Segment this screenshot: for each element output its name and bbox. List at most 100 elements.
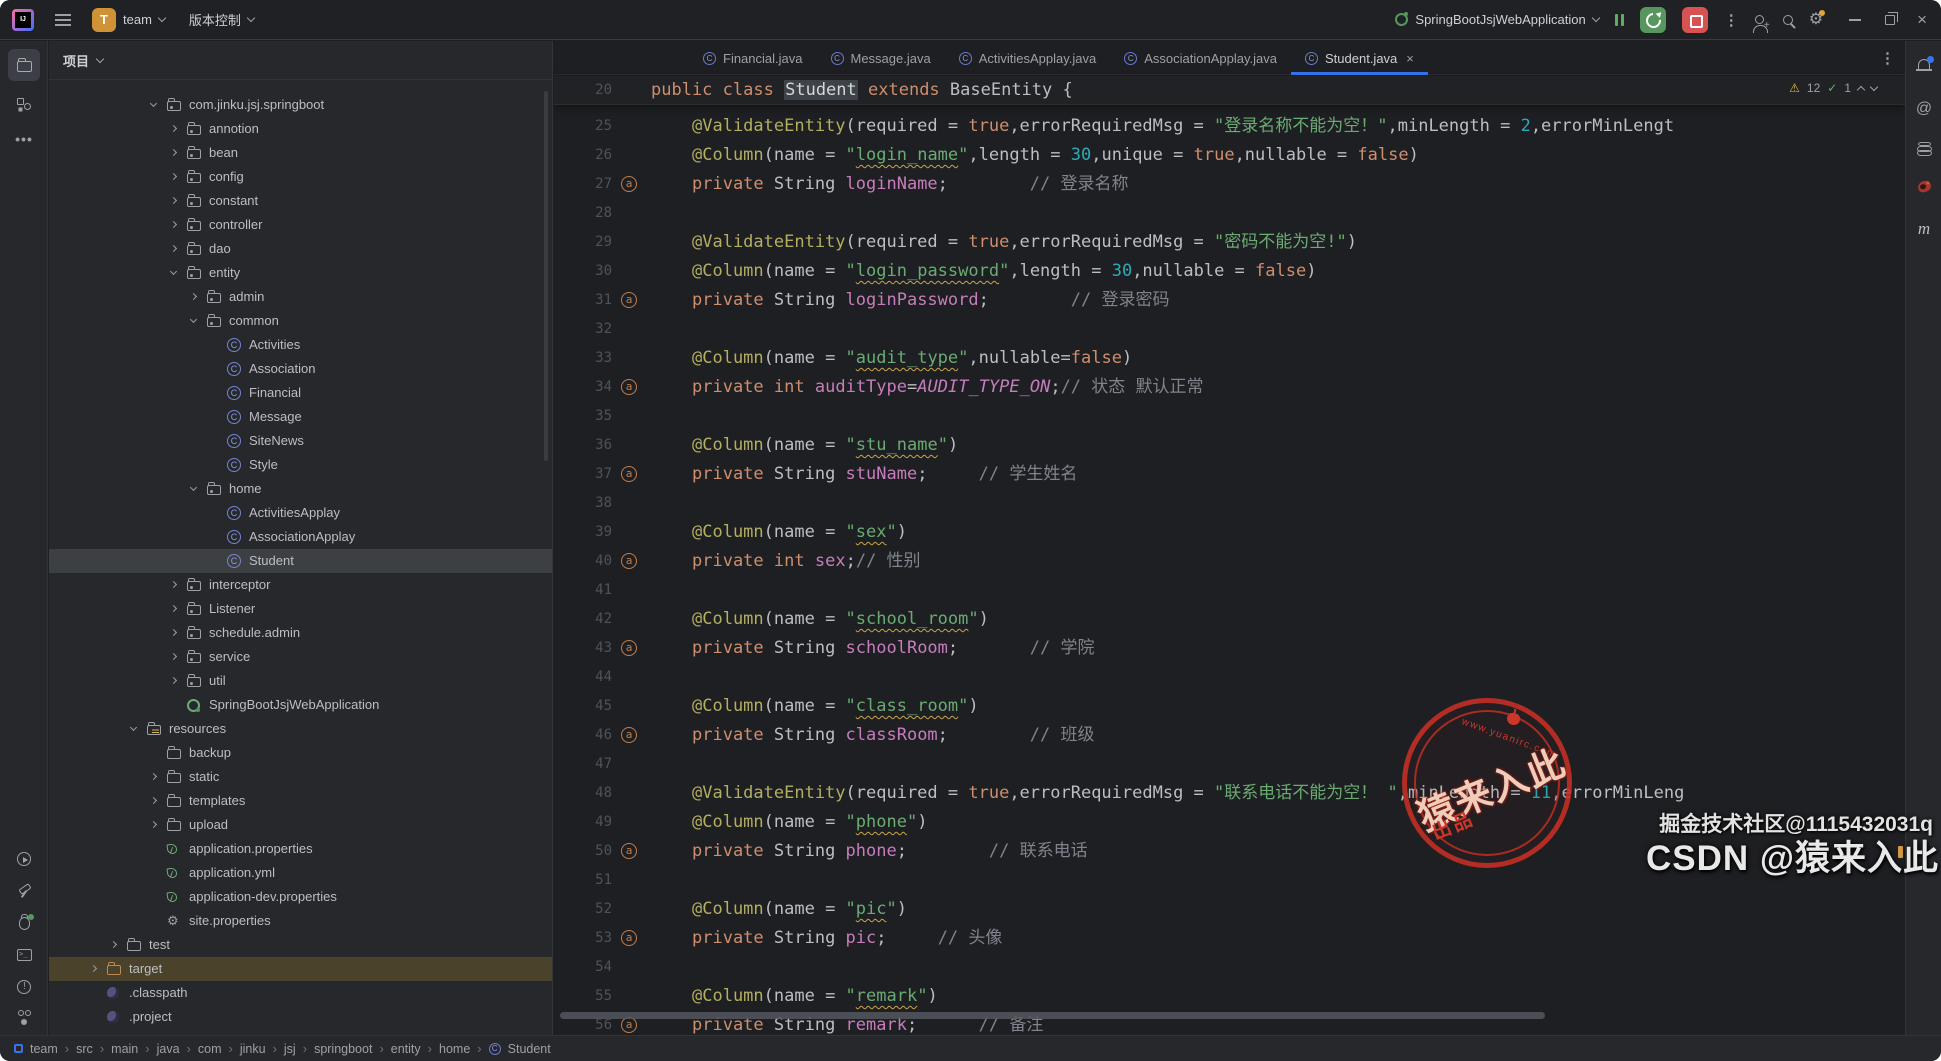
chevron-collapsed-icon[interactable] <box>169 676 178 685</box>
breadcrumb-item-src[interactable]: src <box>76 1042 93 1056</box>
annotation-gutter-icon[interactable]: a <box>621 379 637 395</box>
rerun-button[interactable] <box>1639 6 1666 33</box>
code-line-25[interactable]: 25 @ValidateEntity(required = true,errorR… <box>554 112 1905 141</box>
database-tool-button[interactable] <box>1906 141 1941 156</box>
code-line-31[interactable]: 31 a private String loginPassword; // 登录密码 <box>554 286 1905 315</box>
run-tool-button[interactable] <box>8 843 40 875</box>
maven-tool-button[interactable]: m <box>1906 219 1941 239</box>
code-line-43[interactable]: 43 a private String schoolRoom; // 学院 <box>554 634 1905 663</box>
breadcrumb-item-jsj[interactable]: jsj <box>284 1042 296 1056</box>
chevron-collapsed-icon[interactable] <box>169 172 178 181</box>
breadcrumb-item-entity[interactable]: entity <box>391 1042 421 1056</box>
tree-item-config[interactable]: config <box>49 165 552 189</box>
more-actions-button[interactable]: ⋮ <box>1724 11 1739 29</box>
tree-item-Message[interactable]: C Message <box>49 405 552 429</box>
plugin-tool-button[interactable] <box>1906 179 1941 194</box>
annotation-gutter-icon[interactable]: a <box>621 466 637 482</box>
tree-item-.classpath[interactable]: .classpath <box>49 981 552 1005</box>
chevron-collapsed-icon[interactable] <box>169 196 178 205</box>
tree-item-Student[interactable]: C Student <box>49 549 552 573</box>
tree-item-Listener[interactable]: Listener <box>49 597 552 621</box>
chevron-expanded-icon[interactable] <box>129 723 138 732</box>
notifications-button[interactable] <box>1906 56 1941 71</box>
annotation-gutter-icon[interactable]: a <box>621 843 637 859</box>
annotation-gutter-icon[interactable]: a <box>621 930 637 946</box>
run-configuration-select[interactable]: SpringBootJsjWebApplication <box>1395 12 1600 27</box>
tree-item-site.properties[interactable]: ⚙ site.properties <box>49 909 552 933</box>
annotation-gutter-icon[interactable]: a <box>621 727 637 743</box>
tree-item-Activities[interactable]: C Activities <box>49 333 552 357</box>
breadcrumb-item-com[interactable]: com <box>198 1042 222 1056</box>
chevron-expanded-icon[interactable] <box>169 267 178 276</box>
code-line-47[interactable]: 47 <box>554 750 1905 779</box>
stop-button[interactable] <box>1681 6 1708 33</box>
tab-Financial.java[interactable]: C Financial.java <box>689 41 817 75</box>
breadcrumb-item-Student[interactable]: Student <box>508 1042 551 1056</box>
tree-item-home[interactable]: home <box>49 477 552 501</box>
tab-Student.java[interactable]: C Student.java × <box>1291 41 1428 75</box>
chevron-down-icon[interactable] <box>1869 82 1879 92</box>
tree-item-interceptor[interactable]: interceptor <box>49 573 552 597</box>
breadcrumb-item-home[interactable]: home <box>439 1042 470 1056</box>
project-panel-header[interactable]: 项目 <box>49 41 552 80</box>
chevron-expanded-icon[interactable] <box>149 99 158 108</box>
code-line-40[interactable]: 40 a private int sex;// 性别 <box>554 547 1905 576</box>
build-tool-button[interactable] <box>8 875 40 907</box>
tree-item-admin[interactable]: admin <box>49 285 552 309</box>
tree-item-application.yml[interactable]: application.yml <box>49 861 552 885</box>
breadcrumb-item-main[interactable]: main <box>111 1042 138 1056</box>
code-line-27[interactable]: 27 a private String loginName; // 登录名称 <box>554 170 1905 199</box>
annotation-gutter-icon[interactable]: a <box>621 176 637 192</box>
tree-item-application.properties[interactable]: application.properties <box>49 837 552 861</box>
breadcrumb-item-springboot[interactable]: springboot <box>314 1042 372 1056</box>
chevron-collapsed-icon[interactable] <box>169 244 178 253</box>
code-line-36[interactable]: 36 @Column(name = "stu_name") <box>554 431 1905 460</box>
code-line-41[interactable]: 41 <box>554 576 1905 605</box>
main-menu-button[interactable] <box>48 13 78 26</box>
sticky-line[interactable]: 20 public class Student extends BaseEnti… <box>554 76 1905 105</box>
tree-item-SiteNews[interactable]: C SiteNews <box>49 429 552 453</box>
search-everywhere-button[interactable] <box>1782 14 1793 25</box>
code-with-me-button[interactable] <box>1752 15 1770 33</box>
code-line-33[interactable]: 33 @Column(name = "audit_type",nullable=f… <box>554 344 1905 373</box>
code-line-34[interactable]: 34 a private int auditType=AUDIT_TYPE_ON;/… <box>554 373 1905 402</box>
code-line-46[interactable]: 46 a private String classRoom; // 班级 <box>554 721 1905 750</box>
chevron-collapsed-icon[interactable] <box>149 796 158 805</box>
chevron-up-icon[interactable] <box>1856 85 1866 94</box>
code-line-39[interactable]: 39 @Column(name = "sex") <box>554 518 1905 547</box>
tree-item-com.jinku.jsj.springboot[interactable]: com.jinku.jsj.springboot <box>49 93 552 117</box>
tree-item-.project[interactable]: .project <box>49 1005 552 1029</box>
tree-item-target[interactable]: target <box>49 957 552 981</box>
code-line-38[interactable]: 38 <box>554 489 1905 518</box>
code-line-44[interactable]: 44 <box>554 663 1905 692</box>
tree-item-test[interactable]: test <box>49 933 552 957</box>
code-line-37[interactable]: 37 a private String stuName; // 学生姓名 <box>554 460 1905 489</box>
git-tool-button[interactable] <box>8 1001 40 1033</box>
tree-item-schedule.admin[interactable]: schedule.admin <box>49 621 552 645</box>
chevron-collapsed-icon[interactable] <box>149 820 158 829</box>
code-line-48[interactable]: 48 @ValidateEntity(required = true,errorR… <box>554 779 1905 808</box>
chevron-collapsed-icon[interactable] <box>169 628 178 637</box>
tree-item-annotion[interactable]: annotion <box>49 117 552 141</box>
tree-item-Style[interactable]: C Style <box>49 453 552 477</box>
project-scrollbar[interactable] <box>544 91 548 461</box>
horizontal-scrollbar[interactable] <box>560 1012 1545 1019</box>
pause-button[interactable] <box>1614 13 1624 26</box>
breadcrumb-item-java[interactable]: java <box>157 1042 180 1056</box>
close-button[interactable]: × <box>1917 11 1927 28</box>
terminal-tool-button[interactable] <box>8 939 40 971</box>
settings-button[interactable]: ⚙ <box>1809 9 1826 28</box>
chevron-collapsed-icon[interactable] <box>169 148 178 157</box>
problems-tool-button[interactable] <box>8 971 40 1003</box>
tree-item-AssociationApplay[interactable]: C AssociationApplay <box>49 525 552 549</box>
chevron-collapsed-icon[interactable] <box>169 124 178 133</box>
tree-item-common[interactable]: common <box>49 309 552 333</box>
code-line-28[interactable]: 28 <box>554 199 1905 228</box>
annotation-gutter-icon[interactable]: a <box>621 553 637 569</box>
chevron-collapsed-icon[interactable] <box>169 580 178 589</box>
annotation-gutter-icon[interactable]: a <box>621 1017 637 1033</box>
tree-item-entity[interactable]: entity <box>49 261 552 285</box>
code-line-30[interactable]: 30 @Column(name = "login_password",length… <box>554 257 1905 286</box>
chevron-collapsed-icon[interactable] <box>109 940 118 949</box>
code-line-32[interactable]: 32 <box>554 315 1905 344</box>
